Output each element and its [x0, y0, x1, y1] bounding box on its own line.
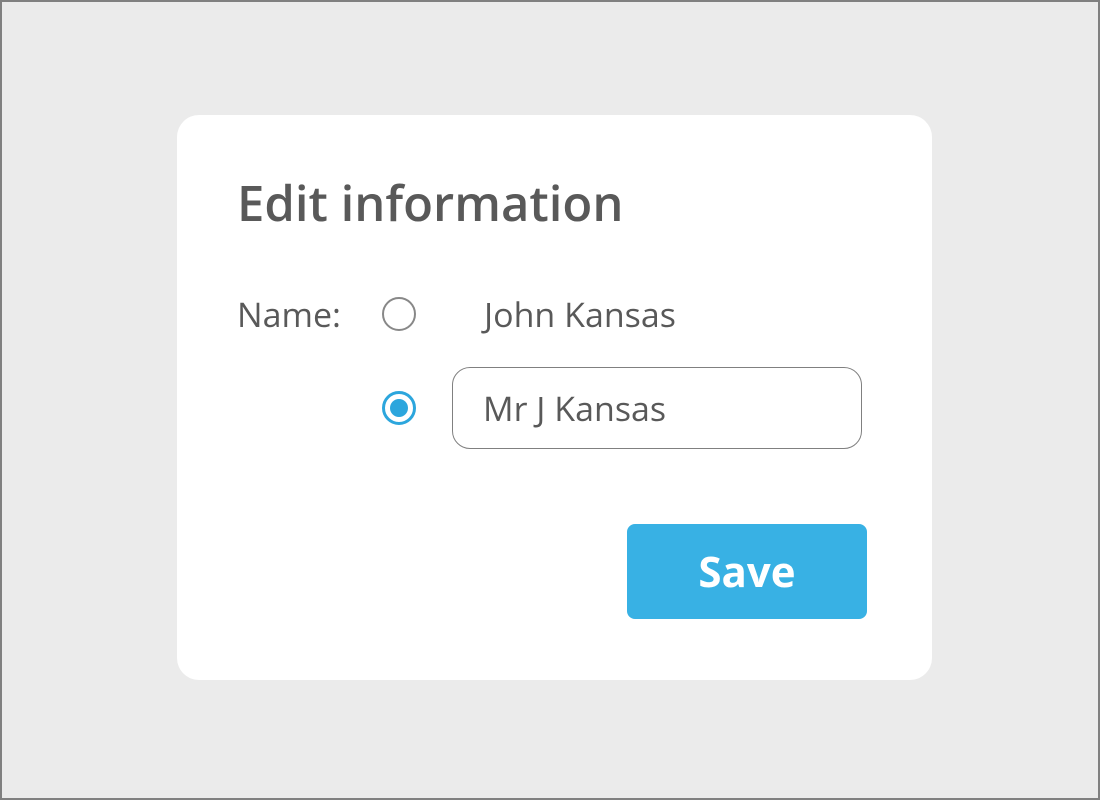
name-option-2-radio[interactable] [382, 391, 416, 425]
name-input[interactable] [452, 367, 862, 449]
edit-information-card: Edit information Name: John Kansas Save [177, 115, 932, 680]
save-button[interactable]: Save [627, 524, 867, 619]
name-option-row-2 [237, 367, 872, 449]
button-row: Save [237, 524, 872, 619]
name-option-row-1: Name: John Kansas [237, 291, 872, 337]
name-label: Name: [237, 291, 382, 337]
name-option-1-value: John Kansas [452, 291, 676, 337]
card-title: Edit information [237, 170, 872, 236]
name-option-1-radio[interactable] [382, 297, 416, 331]
